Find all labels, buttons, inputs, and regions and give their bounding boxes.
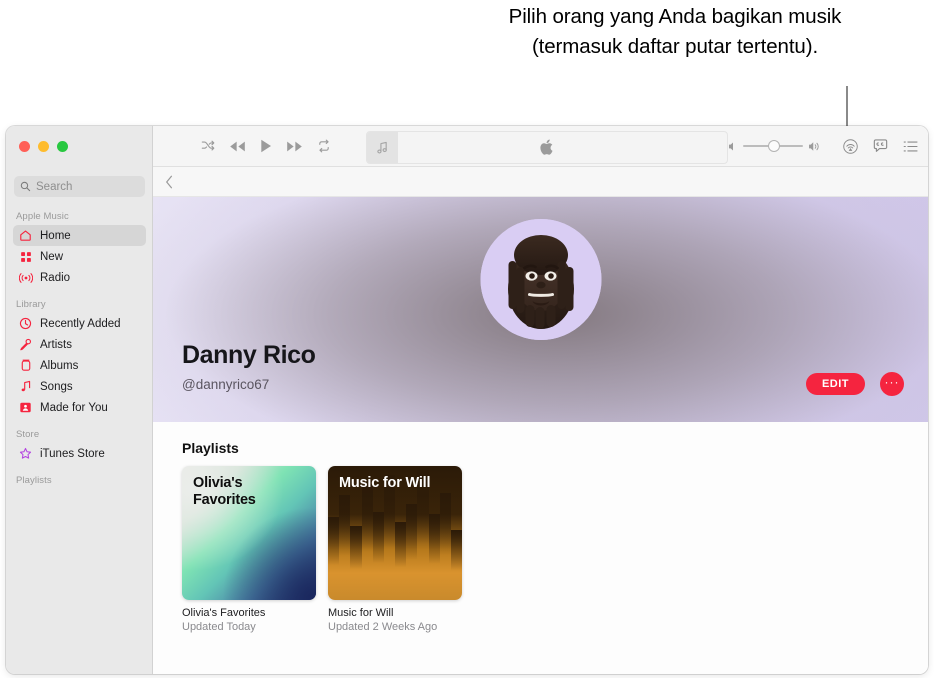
- minimize-button[interactable]: [38, 141, 49, 152]
- queue-list-icon[interactable]: [903, 140, 918, 153]
- navigation-bar: [153, 167, 928, 197]
- person-frame-icon: [18, 400, 33, 415]
- sidebar-item-new[interactable]: New: [13, 246, 146, 267]
- rewind-icon[interactable]: [229, 140, 246, 153]
- profile-handle: @dannyrico67: [182, 377, 270, 392]
- play-icon[interactable]: [260, 139, 272, 153]
- playlist-name: Olivia's Favorites: [182, 607, 266, 619]
- sidebar-item-label: Home: [40, 229, 71, 242]
- playlists-title: Playlists: [182, 440, 239, 456]
- repeat-icon[interactable]: [317, 139, 331, 153]
- sidebar-item-albums[interactable]: Albums: [13, 355, 146, 376]
- sidebar-item-label: iTunes Store: [40, 447, 105, 460]
- now-playing-display[interactable]: [366, 131, 728, 164]
- playlists-grid: Olivia's Favorites Olivia's Favorites Up…: [182, 466, 928, 633]
- house-icon: [18, 228, 33, 243]
- fastforward-icon[interactable]: [286, 140, 303, 153]
- playlist-updated: Updated 2 Weeks Ago: [328, 621, 438, 633]
- lyrics-icon[interactable]: [873, 139, 888, 153]
- playlist-cover[interactable]: Music for Will: [328, 466, 462, 600]
- playlist-card[interactable]: Music for Will Music for Will Updated 2 …: [328, 466, 462, 633]
- sidebar-item-label: Recently Added: [40, 317, 121, 330]
- search-icon: [20, 181, 31, 192]
- profile-header: Danny Rico @dannyrico67 EDIT ···: [153, 197, 928, 422]
- maximize-button[interactable]: [57, 141, 68, 152]
- sidebar-item-made-for-you[interactable]: Made for You: [13, 397, 146, 418]
- chevron-left-icon[interactable]: [165, 175, 174, 189]
- music-note-icon: [367, 132, 398, 163]
- sidebar-item-label: Made for You: [40, 401, 108, 414]
- star-icon: [18, 446, 33, 461]
- more-options-button[interactable]: ···: [880, 372, 904, 396]
- clock-icon: [18, 316, 33, 331]
- sidebar-section-playlists: Playlists: [16, 475, 52, 486]
- transport-controls: [201, 139, 331, 153]
- playlist-updated: Updated Today: [182, 621, 256, 633]
- sidebar-item-itunes-store[interactable]: iTunes Store: [13, 443, 146, 464]
- playlist-cover-title: Olivia's Favorites: [193, 475, 256, 508]
- sidebar-item-label: Albums: [40, 359, 79, 372]
- window-traffic-lights: [19, 141, 68, 152]
- edit-button[interactable]: EDIT: [805, 373, 865, 395]
- sidebar-item-label: Artists: [40, 338, 72, 351]
- apple-logo-icon: [367, 139, 727, 156]
- music-app-window: Search Apple Music Home New Radio Librar…: [6, 126, 928, 674]
- playlist-name: Music for Will: [328, 607, 394, 619]
- sidebar-item-label: Songs: [40, 380, 73, 393]
- playlists-section: Playlists Olivia's Favorites Olivia's Fa…: [153, 422, 928, 674]
- sidebar-item-songs[interactable]: Songs: [13, 376, 146, 397]
- speaker-high-icon: [808, 141, 822, 152]
- search-input[interactable]: Search: [14, 176, 145, 197]
- volume-track[interactable]: [743, 141, 803, 151]
- playlist-cover[interactable]: Olivia's Favorites: [182, 466, 316, 600]
- sidebar-item-recently-added[interactable]: Recently Added: [13, 313, 146, 334]
- music-note-icon: [18, 379, 33, 394]
- sidebar-nav: Apple Music Home New Radio Library Recen…: [6, 206, 153, 489]
- airplay-icon[interactable]: [843, 138, 858, 154]
- broadcast-icon: [18, 270, 33, 285]
- volume-knob[interactable]: [769, 141, 779, 151]
- playlist-card[interactable]: Olivia's Favorites Olivia's Favorites Up…: [182, 466, 316, 633]
- sidebar: Search Apple Music Home New Radio Librar…: [6, 126, 153, 674]
- profile-name: Danny Rico: [182, 341, 316, 369]
- main-area: Danny Rico @dannyrico67 EDIT ··· Playlis…: [153, 126, 928, 674]
- grid-squares-icon: [18, 249, 33, 264]
- player-toolbar: [153, 126, 928, 167]
- sidebar-item-radio[interactable]: Radio: [13, 267, 146, 288]
- album-icon: [18, 358, 33, 373]
- shuffle-icon[interactable]: [201, 139, 215, 153]
- sidebar-item-artists[interactable]: Artists: [13, 334, 146, 355]
- avatar[interactable]: [480, 219, 601, 340]
- toolbar-right-icons: [843, 138, 918, 154]
- volume-slider[interactable]: [728, 141, 822, 152]
- playlist-cover-title: Music for Will: [339, 475, 431, 491]
- microphone-icon: [18, 337, 33, 352]
- sidebar-section-library: Library: [16, 299, 46, 310]
- search-placeholder: Search: [36, 180, 73, 193]
- close-button[interactable]: [19, 141, 30, 152]
- sidebar-item-label: Radio: [40, 271, 71, 284]
- sidebar-item-home[interactable]: Home: [13, 225, 146, 246]
- sidebar-item-label: New: [40, 250, 64, 263]
- callout-text: Pilih orang yang Anda bagikan musik (ter…: [508, 5, 842, 58]
- speaker-low-icon: [728, 141, 738, 152]
- sidebar-section-apple-music: Apple Music: [16, 211, 69, 222]
- sidebar-section-store: Store: [16, 429, 40, 440]
